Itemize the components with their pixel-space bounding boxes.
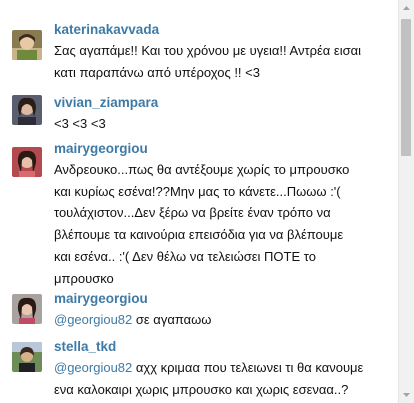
comment-line: @georgiou82 αχχ κριμαα που τελειωνει τι … bbox=[54, 357, 394, 379]
comments-feed[interactable]: katerinakavvada Σας αγαπάμε!! Και του χρ… bbox=[0, 0, 397, 403]
username-link[interactable]: stella_tkd bbox=[54, 339, 394, 355]
comment-body: stella_tkd @georgiou82 αχχ κριμαα που τε… bbox=[54, 339, 394, 400]
comment-line: βλέπουμε τα καινούρια επεισόδια για να β… bbox=[54, 227, 344, 243]
comment-line: και εσένα.. :'( Δεν θέλω να τελειώσει ΠΟ… bbox=[54, 248, 316, 264]
comment-text: Σας αγαπάμε!! Και του χρόνου με υγεια!! … bbox=[54, 40, 394, 83]
vertical-scrollbar[interactable] bbox=[398, 0, 414, 403]
comment-body: mairygeorgiou @georgiou82 σε αγαπαωω bbox=[54, 291, 394, 331]
mention-link[interactable]: @georgiou82 bbox=[54, 360, 132, 375]
scrollbar-thumb[interactable] bbox=[401, 19, 411, 156]
comment-body: katerinakavvada Σας αγαπάμε!! Και του χρ… bbox=[54, 22, 394, 83]
user-avatar[interactable] bbox=[12, 294, 42, 324]
user-avatar[interactable] bbox=[12, 95, 42, 125]
comment-line: κατι παραπάνω από υπέροχος !! <3 bbox=[54, 64, 260, 80]
mention-link[interactable]: @georgiou82 bbox=[54, 312, 132, 327]
username-link[interactable]: mairygeorgiou bbox=[54, 291, 394, 307]
triangle-down-icon[interactable] bbox=[399, 387, 414, 403]
comment-body: mairygeorgiou Ανδρεουκο...πως θα αντέξου… bbox=[54, 141, 394, 289]
comment-line: μπρουσκο bbox=[54, 270, 114, 286]
comment-text: @georgiou82 αχχ κριμαα που τελειωνει τι … bbox=[54, 357, 394, 400]
triangle-up-icon[interactable] bbox=[399, 0, 414, 16]
comment-text: Ανδρεουκο...πως θα αντέξουμε χωρίς το μπ… bbox=[54, 159, 394, 289]
username-link[interactable]: vivian_ziampara bbox=[54, 95, 394, 111]
comment-line: Σας αγαπάμε!! Και του χρόνου με υγεια!! … bbox=[54, 43, 362, 58]
user-avatar[interactable] bbox=[12, 147, 42, 177]
user-avatar[interactable] bbox=[12, 342, 42, 372]
comment-text: @georgiou82 σε αγαπαωω bbox=[54, 309, 394, 331]
comment-text: <3 <3 <3 bbox=[54, 113, 394, 135]
comment-line-text: σε αγαπαωω bbox=[132, 312, 212, 327]
username-link[interactable]: katerinakavvada bbox=[54, 22, 394, 38]
comment-line: ενα καλοκαιρι χωρις μπρουσκο και χωρις ε… bbox=[54, 381, 349, 397]
comment-line: τουλάχιστον...Δεν ξέρω να βρείτε έναν τρ… bbox=[54, 205, 331, 221]
username-link[interactable]: mairygeorgiou bbox=[54, 141, 394, 157]
comment-line: Ανδρεουκο...πως θα αντέξουμε χωρίς το μπ… bbox=[54, 162, 350, 177]
comment-line-text: αχχ κριμαα που τελειωνει τι θα κανουμε bbox=[132, 360, 364, 375]
comment-line: @georgiou82 σε αγαπαωω bbox=[54, 309, 394, 331]
comment-line: <3 <3 <3 bbox=[54, 116, 106, 131]
comment-line: και κυρίως εσένα!??Μην μας το κάνετε...Π… bbox=[54, 183, 341, 199]
comment-body: vivian_ziampara <3 <3 <3 bbox=[54, 95, 394, 135]
user-avatar[interactable] bbox=[12, 30, 42, 60]
